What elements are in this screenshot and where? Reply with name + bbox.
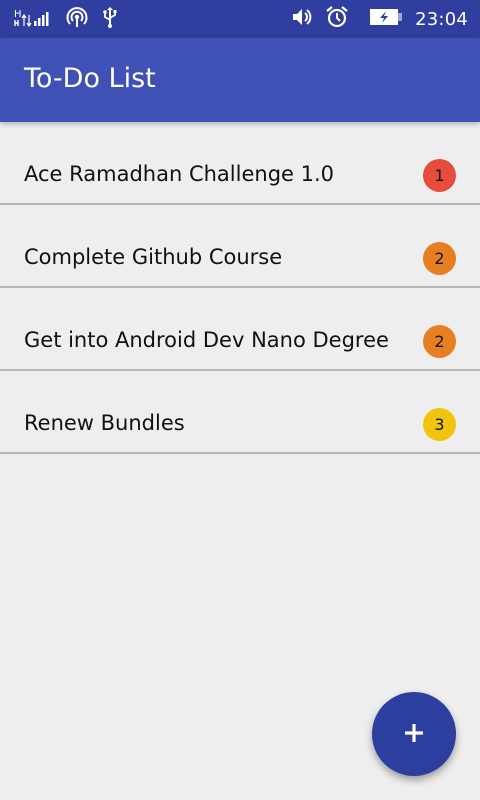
todo-title: Get into Android Dev Nano Degree [24, 328, 389, 352]
todo-item[interactable]: Renew Bundles 3 [0, 371, 480, 454]
todo-title: Complete Github Course [24, 245, 283, 269]
app-title: To-Do List [24, 63, 156, 94]
alarm-icon [325, 5, 349, 33]
add-todo-button[interactable] [372, 692, 456, 776]
todo-title: Ace Ramadhan Challenge 1.0 [24, 162, 335, 186]
battery-charging-icon [369, 8, 403, 30]
hotspot-icon [66, 6, 88, 32]
todo-item[interactable]: Complete Github Course 2 [0, 205, 480, 288]
status-time: 23:04 [415, 8, 468, 30]
todo-item[interactable]: Ace Ramadhan Challenge 1.0 1 [0, 122, 480, 205]
svg-text:H: H [14, 9, 22, 20]
status-right: 23:04 [291, 6, 468, 32]
status-left: H [14, 6, 118, 32]
status-bar: H 23:04 [0, 0, 480, 38]
volume-icon [291, 6, 313, 32]
plus-icon [403, 722, 425, 747]
priority-badge: 3 [423, 408, 456, 441]
priority-badge: 2 [423, 325, 456, 358]
todo-item[interactable]: Get into Android Dev Nano Degree 2 [0, 288, 480, 371]
todo-list: Ace Ramadhan Challenge 1.0 1 Complete Gith… [0, 122, 480, 454]
todo-title: Renew Bundles [24, 411, 185, 435]
priority-badge: 1 [423, 159, 456, 192]
app-bar: To-Do List [0, 38, 480, 122]
priority-badge: 2 [423, 242, 456, 275]
signal-h-icon: H [14, 7, 52, 31]
usb-icon [102, 6, 118, 32]
